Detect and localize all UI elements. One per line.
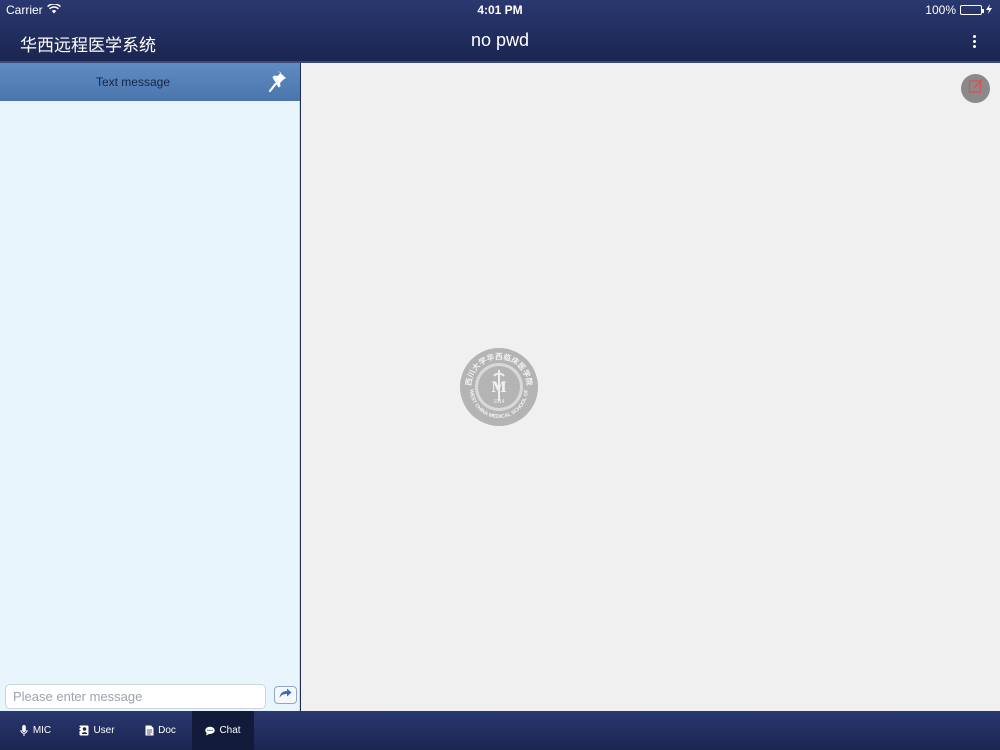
share-arrow-icon xyxy=(279,686,292,704)
tab-user[interactable]: User xyxy=(70,711,124,750)
tab-chat-label: Chat xyxy=(219,725,241,736)
page-title: no pwd xyxy=(470,30,530,50)
message-input[interactable] xyxy=(5,684,266,709)
edit-button[interactable] xyxy=(961,74,990,103)
message-list[interactable] xyxy=(0,101,300,681)
tab-mic-label: MIC xyxy=(32,725,52,736)
seal-letter: M xyxy=(491,380,507,396)
chat-header: Text message xyxy=(0,63,300,101)
bottom-tab-bar: MIC User Doc Chat xyxy=(0,711,1000,750)
top-bar: Carrier 4:01 PM 100% 华西远程医学系统 no pwd xyxy=(0,0,1000,62)
battery-group: 100% xyxy=(925,3,992,17)
charging-icon xyxy=(986,3,992,17)
pushpin-icon[interactable] xyxy=(268,69,290,93)
chat-bubble-icon xyxy=(205,725,216,736)
whiteboard-area[interactable]: 西川大学华西临床医学院 WEST CHINA MEDICAL SCHOOL OF… xyxy=(301,63,1000,711)
status-bar: Carrier 4:01 PM 100% xyxy=(0,0,1000,20)
battery-icon xyxy=(960,5,984,15)
chat-header-title: Text message xyxy=(95,75,171,89)
tab-doc-label: Doc xyxy=(158,725,176,736)
seal-year: 1914 xyxy=(493,399,504,405)
more-vertical-icon[interactable] xyxy=(966,32,982,50)
tab-doc[interactable]: Doc xyxy=(134,711,186,750)
message-input-row xyxy=(0,682,300,712)
send-button[interactable] xyxy=(274,686,297,704)
status-time: 4:01 PM xyxy=(477,3,523,17)
tab-user-label: User xyxy=(93,725,115,736)
tab-chat[interactable]: Chat xyxy=(192,711,254,750)
document-icon xyxy=(144,725,154,736)
edit-square-icon xyxy=(968,78,984,99)
navigation-bar: 华西远程医学系统 no pwd xyxy=(0,20,1000,62)
chat-panel: Text message xyxy=(0,63,300,711)
school-seal-logo: 西川大学华西临床医学院 WEST CHINA MEDICAL SCHOOL OF… xyxy=(458,346,540,428)
microphone-icon xyxy=(19,725,29,736)
user-card-icon xyxy=(79,725,89,736)
battery-percent: 100% xyxy=(925,3,956,17)
tab-mic[interactable]: MIC xyxy=(10,711,60,750)
